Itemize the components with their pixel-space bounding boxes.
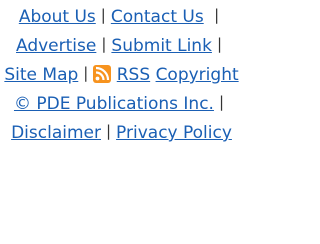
contact-us-link[interactable]: Contact Us <box>111 7 204 27</box>
advertise-link[interactable]: Advertise <box>16 36 96 56</box>
link-separator: | <box>83 64 89 82</box>
about-us-link[interactable]: About Us <box>19 7 96 27</box>
link-separator: | <box>101 35 107 53</box>
disclaimer-link[interactable]: Disclaimer <box>11 123 101 143</box>
footer-links: About Us | Contact Us |Advertise | Submit Li… <box>0 0 243 148</box>
site-map-link[interactable]: Site Map <box>4 65 78 85</box>
link-separator: | <box>216 35 222 53</box>
rss-link[interactable]: RSS <box>117 65 150 85</box>
privacy-policy-link[interactable]: Privacy Policy <box>116 123 232 143</box>
link-separator: | <box>214 6 220 24</box>
rss-feed-icon-graphic <box>93 65 112 83</box>
link-separator: | <box>218 93 225 111</box>
rss-feed-icon[interactable] <box>93 65 112 83</box>
link-separator: | <box>100 6 106 24</box>
link-separator: | <box>105 122 112 140</box>
submit-link-link[interactable]: Submit Link <box>111 36 212 56</box>
